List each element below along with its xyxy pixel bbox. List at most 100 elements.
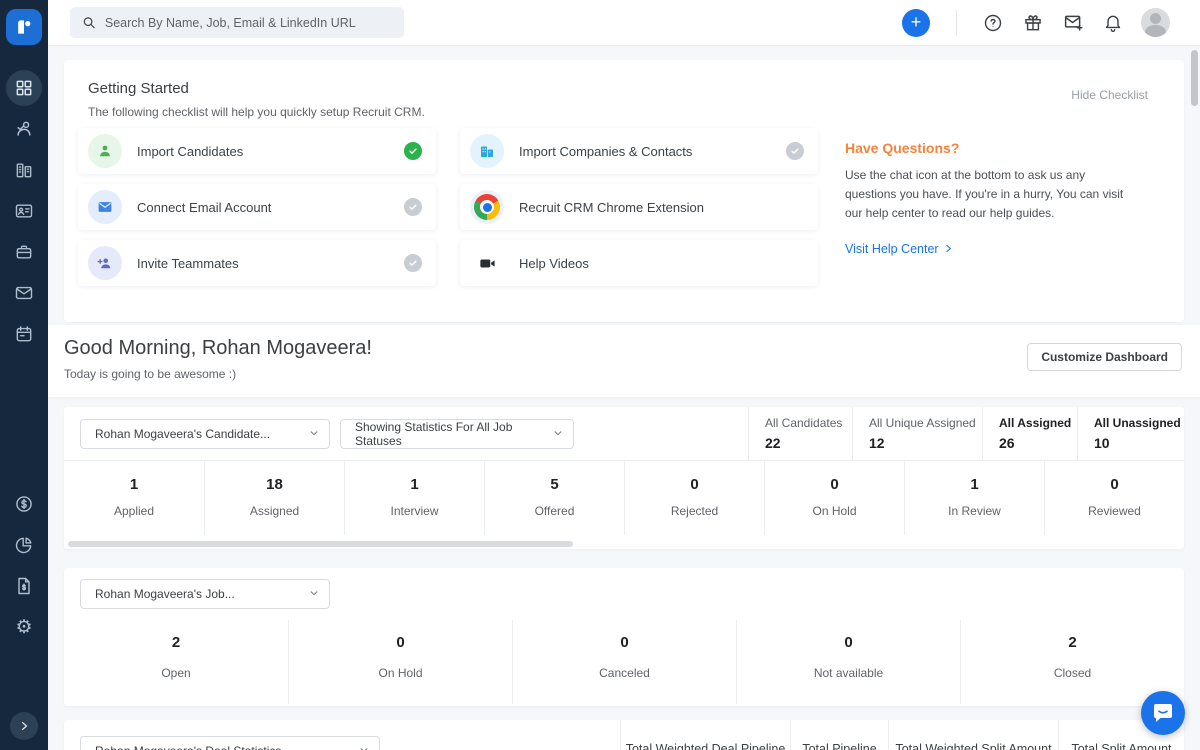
getting-started-card: Getting Started The following checklist … — [64, 60, 1184, 322]
notifications-button[interactable] — [1101, 11, 1125, 35]
candidate-summary-tabs: All Candidates 22 All Unique Assigned 12… — [748, 407, 1184, 461]
gift-icon — [1023, 13, 1043, 33]
topbar: + — [48, 0, 1200, 46]
app-window: ⚙ + — [0, 0, 1200, 750]
jobs-icon — [14, 242, 34, 262]
vertical-scrollbar[interactable] — [1191, 50, 1198, 106]
checklist-item-chrome-extension[interactable]: Recruit CRM Chrome Extension — [460, 184, 818, 230]
tab-all-unassigned[interactable]: All Unassigned 10 — [1077, 407, 1184, 461]
stat-on-hold[interactable]: 0 On Hold — [764, 461, 904, 535]
calendar-icon — [14, 324, 34, 344]
deal-owner-dropdown[interactable]: Rohan Mogaveera's Deal Statistics — [80, 736, 380, 750]
getting-started-subtitle: The following checklist will help you qu… — [88, 105, 1160, 119]
candidate-pipeline-row: 1 Applied 18 Assigned 1 Interview 5 Offe… — [64, 461, 1184, 535]
hide-checklist-link[interactable]: Hide Checklist — [1071, 88, 1148, 102]
have-questions-panel: Have Questions? Use the chat icon at the… — [845, 140, 1145, 258]
quick-add-button[interactable]: + — [902, 9, 930, 37]
stat-offered[interactable]: 5 Offered — [484, 461, 624, 535]
chevron-down-icon — [295, 425, 319, 443]
search-icon — [82, 15, 96, 30]
deal-stats-header: Rohan Mogaveera's Deal Statistics Total … — [64, 720, 1184, 750]
stat-interview[interactable]: 1 Interview — [344, 461, 484, 535]
customize-dashboard-button[interactable]: Customize Dashboard — [1027, 343, 1182, 371]
job-owner-dropdown[interactable]: Rohan Mogaveera's Job... — [80, 579, 330, 609]
sidebar-item-contacts[interactable] — [6, 193, 42, 229]
col-total-weighted-split-amount: Total Weighted Split Amount — [888, 720, 1058, 750]
candidate-stats-card: Rohan Mogaveera's Candidate... Showing S… — [64, 407, 1184, 549]
reports-icon — [14, 535, 34, 555]
tab-all-unique-assigned[interactable]: All Unique Assigned 12 — [852, 407, 982, 461]
check-done-icon — [404, 142, 422, 160]
stat-assigned[interactable]: 18 Assigned — [204, 461, 344, 535]
deals-icon — [14, 494, 34, 514]
chevron-down-icon — [295, 585, 319, 603]
job-stats-header: Rohan Mogaveera's Job... — [64, 568, 1184, 620]
col-total-weighted-deal-pipeline: Total Weighted Deal Pipeline — [620, 720, 790, 750]
gear-icon: ⚙ — [15, 618, 32, 637]
companies-icon — [14, 160, 34, 180]
check-pending-icon — [404, 254, 422, 272]
sidebar-item-jobs[interactable] — [6, 234, 42, 270]
sidebar-item-invoices[interactable] — [6, 568, 42, 604]
contacts-icon — [14, 201, 34, 221]
sidebar-item-reports[interactable] — [6, 527, 42, 563]
emails-icon — [14, 283, 34, 303]
whats-new-button[interactable] — [1021, 11, 1045, 35]
horizontal-scrollbar[interactable] — [68, 541, 573, 547]
checklist-item-import-companies[interactable]: Import Companies & Contacts — [460, 128, 818, 174]
checklist-item-invite-teammates[interactable]: Invite Teammates — [78, 240, 436, 286]
live-chat-button[interactable] — [1141, 691, 1185, 735]
stat-rejected[interactable]: 0 Rejected — [624, 461, 764, 535]
video-icon — [470, 246, 504, 280]
user-avatar[interactable] — [1141, 8, 1170, 37]
sidebar-item-emails[interactable] — [6, 275, 42, 311]
sidebar-item-companies[interactable] — [6, 152, 42, 188]
checklist-item-import-candidates[interactable]: Import Candidates — [78, 128, 436, 174]
sidebar-item-deals[interactable] — [6, 486, 42, 522]
stat-applied[interactable]: 1 Applied — [64, 461, 204, 535]
stat-canceled[interactable]: 0 Canceled — [512, 620, 736, 704]
sidebar-item-dashboard[interactable] — [6, 70, 42, 106]
sidebar-item-settings[interactable]: ⚙ — [6, 609, 42, 645]
stat-in-review[interactable]: 1 In Review — [904, 461, 1044, 535]
stat-open[interactable]: 2 Open — [64, 620, 288, 704]
greeting-band: Good Morning, Rohan Mogaveera! Today is … — [48, 325, 1200, 397]
envelope-icon — [88, 190, 122, 224]
sidebar: ⚙ — [0, 0, 48, 750]
person-icon — [88, 134, 122, 168]
mail-plus-icon — [1063, 12, 1084, 33]
recruit-crm-logo[interactable] — [6, 9, 42, 45]
chevron-right-icon — [18, 720, 30, 732]
invoices-icon — [14, 576, 34, 596]
building-icon — [470, 134, 504, 168]
have-questions-body: Use the chat icon at the bottom to ask u… — [845, 166, 1137, 224]
chrome-icon — [470, 190, 504, 224]
sidebar-collapse-toggle[interactable] — [10, 712, 38, 740]
logo-mark-icon — [14, 17, 34, 37]
sidebar-item-candidates[interactable] — [6, 111, 42, 147]
chevron-down-icon — [345, 742, 369, 750]
help-button[interactable] — [981, 11, 1005, 35]
sidebar-item-calendar[interactable] — [6, 316, 42, 352]
check-pending-icon — [404, 198, 422, 216]
stat-on-hold[interactable]: 0 On Hold — [288, 620, 512, 704]
stat-closed[interactable]: 2 Closed — [960, 620, 1184, 704]
job-status-filter-dropdown[interactable]: Showing Statistics For All Job Statuses — [340, 419, 574, 449]
getting-started-title: Getting Started — [88, 80, 1160, 97]
checklist-item-help-videos[interactable]: Help Videos — [460, 240, 818, 286]
candidate-owner-dropdown[interactable]: Rohan Mogaveera's Candidate... — [80, 419, 330, 449]
greeting-subtitle: Today is going to be awesome :) — [64, 367, 236, 381]
tab-all-assigned[interactable]: All Assigned 26 — [982, 407, 1077, 461]
checklist-item-connect-email[interactable]: Connect Email Account — [78, 184, 436, 230]
email-inbox-button[interactable] — [1061, 11, 1085, 35]
help-icon — [983, 13, 1003, 33]
stat-reviewed[interactable]: 0 Reviewed — [1044, 461, 1184, 535]
global-search[interactable] — [70, 7, 404, 38]
search-input[interactable] — [105, 16, 392, 30]
stat-not-available[interactable]: 0 Not available — [736, 620, 960, 704]
tab-all-candidates[interactable]: All Candidates 22 — [748, 407, 852, 461]
topbar-divider — [956, 10, 957, 36]
visit-help-center-link[interactable]: Visit Help Center — [845, 242, 953, 256]
job-stats-card: Rohan Mogaveera's Job... 2 Open 0 On Hol… — [64, 568, 1184, 706]
candidates-icon — [14, 119, 34, 139]
